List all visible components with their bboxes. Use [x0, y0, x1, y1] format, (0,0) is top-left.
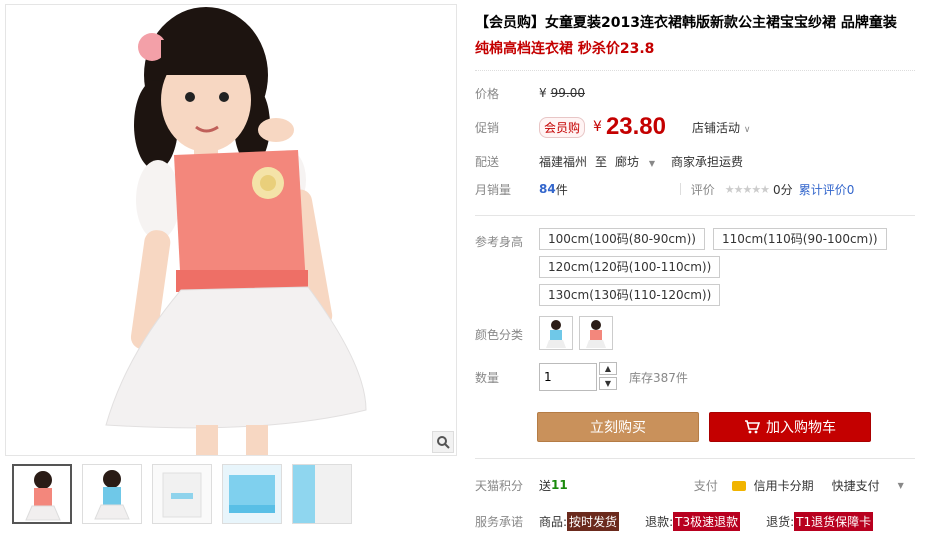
currency-symbol: ¥ — [539, 86, 547, 100]
credit-card-icon — [731, 481, 746, 491]
quantity-decrease-button[interactable]: ▼ — [599, 377, 617, 390]
delivery-label: 配送 — [475, 154, 500, 169]
original-price: 99.00 — [550, 86, 585, 100]
stock-info: 库存387件 — [629, 370, 688, 385]
promo-currency: ¥ — [593, 119, 602, 135]
credit-installment-label: 信用卡分期 — [753, 478, 814, 493]
monthly-sales-count: 84 — [539, 182, 556, 196]
delivery-destination: 廊坊 — [615, 154, 640, 169]
service-label: 服务承诺 — [475, 514, 524, 529]
color-label: 颜色分类 — [475, 328, 524, 342]
pay-label: 支付 — [693, 478, 718, 493]
service-return: 退货: — [766, 514, 795, 529]
original-price-row: 价格 ¥ 99.00 — [475, 79, 915, 107]
total-reviews-link[interactable]: 累计评价0 — [799, 181, 855, 198]
service-return-tag[interactable]: T1退货保障卡 — [794, 511, 874, 531]
store-activity-label: 店铺活动 — [692, 120, 741, 135]
store-activity-dropdown[interactable]: 店铺活动 ∨ — [692, 119, 750, 136]
rating-score: 0分 — [773, 182, 793, 197]
delivery-to-word: 至 — [595, 154, 608, 169]
divider — [679, 183, 681, 195]
color-option-pink[interactable] — [579, 316, 613, 350]
thumbnail-3[interactable] — [152, 464, 212, 524]
add-to-cart-button[interactable]: 加入购物车 — [709, 412, 871, 442]
product-info-panel: 【会员购】女童夏装2013连衣裙韩版新款公主裙宝宝纱裙 品牌童装 纯棉高档连衣裙… — [475, 12, 915, 535]
product-subtitle: 纯棉高档连衣裙 秒杀价23.8 — [475, 41, 655, 57]
zoom-button[interactable] — [432, 431, 454, 453]
quantity-input[interactable] — [539, 363, 597, 391]
shipping-note: 商家承担运费 — [671, 154, 744, 169]
service-refund: 退款: — [645, 514, 674, 529]
rating-stars-icon: ★★★★★ — [724, 182, 770, 196]
thumbnail-4[interactable] — [222, 464, 282, 524]
delivery-row: 配送 福建福州 至 廊坊 ▼ 商家承担运费 — [475, 147, 915, 175]
height-option-row: 参考身高 100cm(100码(80-90cm)) 110cm(110码(90-… — [475, 228, 915, 306]
caret-down-icon: ▼ — [648, 158, 656, 168]
action-buttons: 立刻购买 加入购物车 — [537, 412, 915, 442]
rating-label: 评价 — [690, 182, 715, 197]
thumbnail-1[interactable] — [12, 464, 72, 524]
delivery-destination-select[interactable]: 廊坊 ▼ — [615, 153, 655, 170]
section-divider-2 — [475, 458, 915, 459]
height-option-110[interactable]: 110cm(110码(90-100cm)) — [712, 228, 887, 250]
thumbnail-5[interactable] — [292, 464, 352, 524]
promo-price: 23.80 — [605, 113, 666, 140]
color-option-blue[interactable] — [539, 316, 573, 350]
thumbnail-strip — [12, 464, 352, 524]
promo-label: 促销 — [475, 120, 500, 135]
height-options: 100cm(100码(80-90cm)) 110cm(110码(90-100cm… — [539, 228, 889, 306]
points-value: 11 — [551, 478, 568, 492]
chevron-down-icon: ∨ — [743, 124, 751, 135]
main-product-image[interactable] — [5, 4, 457, 456]
buy-now-button[interactable]: 立刻购买 — [537, 412, 699, 442]
price-label: 价格 — [475, 86, 500, 101]
points-row: 天猫积分 送 11 支付 信用卡分期 快捷支付 ▼ — [475, 471, 915, 499]
service-goods: 商品: — [539, 514, 568, 529]
points-label: 天猫积分 — [475, 478, 524, 493]
points-send: 送 — [539, 478, 552, 493]
section-divider — [475, 215, 915, 216]
height-option-120[interactable]: 120cm(120码(100-110cm)) — [539, 256, 721, 278]
cart-icon — [745, 420, 760, 434]
height-option-100[interactable]: 100cm(100码(80-90cm)) — [539, 228, 705, 250]
girl-in-dress-image — [6, 5, 456, 455]
height-option-130[interactable]: 130cm(130码(110-120cm)) — [539, 284, 721, 306]
monthly-sales-unit: 件 — [555, 182, 568, 197]
quantity-increase-button[interactable]: ▲ — [599, 362, 617, 375]
quantity-label: 数量 — [475, 370, 500, 385]
add-to-cart-label: 加入购物车 — [766, 420, 836, 436]
quick-pay[interactable]: 快捷支付 — [832, 477, 880, 494]
color-option-row: 颜色分类 — [475, 316, 915, 350]
quantity-row: 数量 ▲ ▼ 库存387件 — [475, 362, 915, 392]
service-goods-tag[interactable]: 按时发货 — [567, 511, 620, 531]
sales-row: 月销量 84 件 评价 ★★★★★ 0分 累计评价0 — [475, 175, 915, 203]
monthly-sales-label: 月销量 — [475, 182, 512, 197]
caret-down-icon[interactable]: ▼ — [898, 481, 904, 490]
quantity-stepper: ▲ ▼ — [599, 362, 617, 392]
service-refund-tag[interactable]: T3极速退款 — [673, 511, 741, 531]
promo-price-row: 促销 会员购 ¥ 23.80 店铺活动 ∨ — [475, 107, 915, 147]
member-badge: 会员购 — [539, 116, 586, 138]
height-label: 参考身高 — [475, 235, 524, 249]
credit-installment[interactable]: 信用卡分期 — [731, 477, 814, 494]
product-title: 【会员购】女童夏装2013连衣裙韩版新款公主裙宝宝纱裙 品牌童装 — [475, 15, 897, 31]
thumbnail-2[interactable] — [82, 464, 142, 524]
magnifier-icon — [437, 436, 450, 449]
delivery-from: 福建福州 — [539, 154, 588, 169]
price-section: 价格 ¥ 99.00 促销 会员购 ¥ 23.80 店铺活动 ∨ 配送 福建福州… — [475, 70, 915, 203]
